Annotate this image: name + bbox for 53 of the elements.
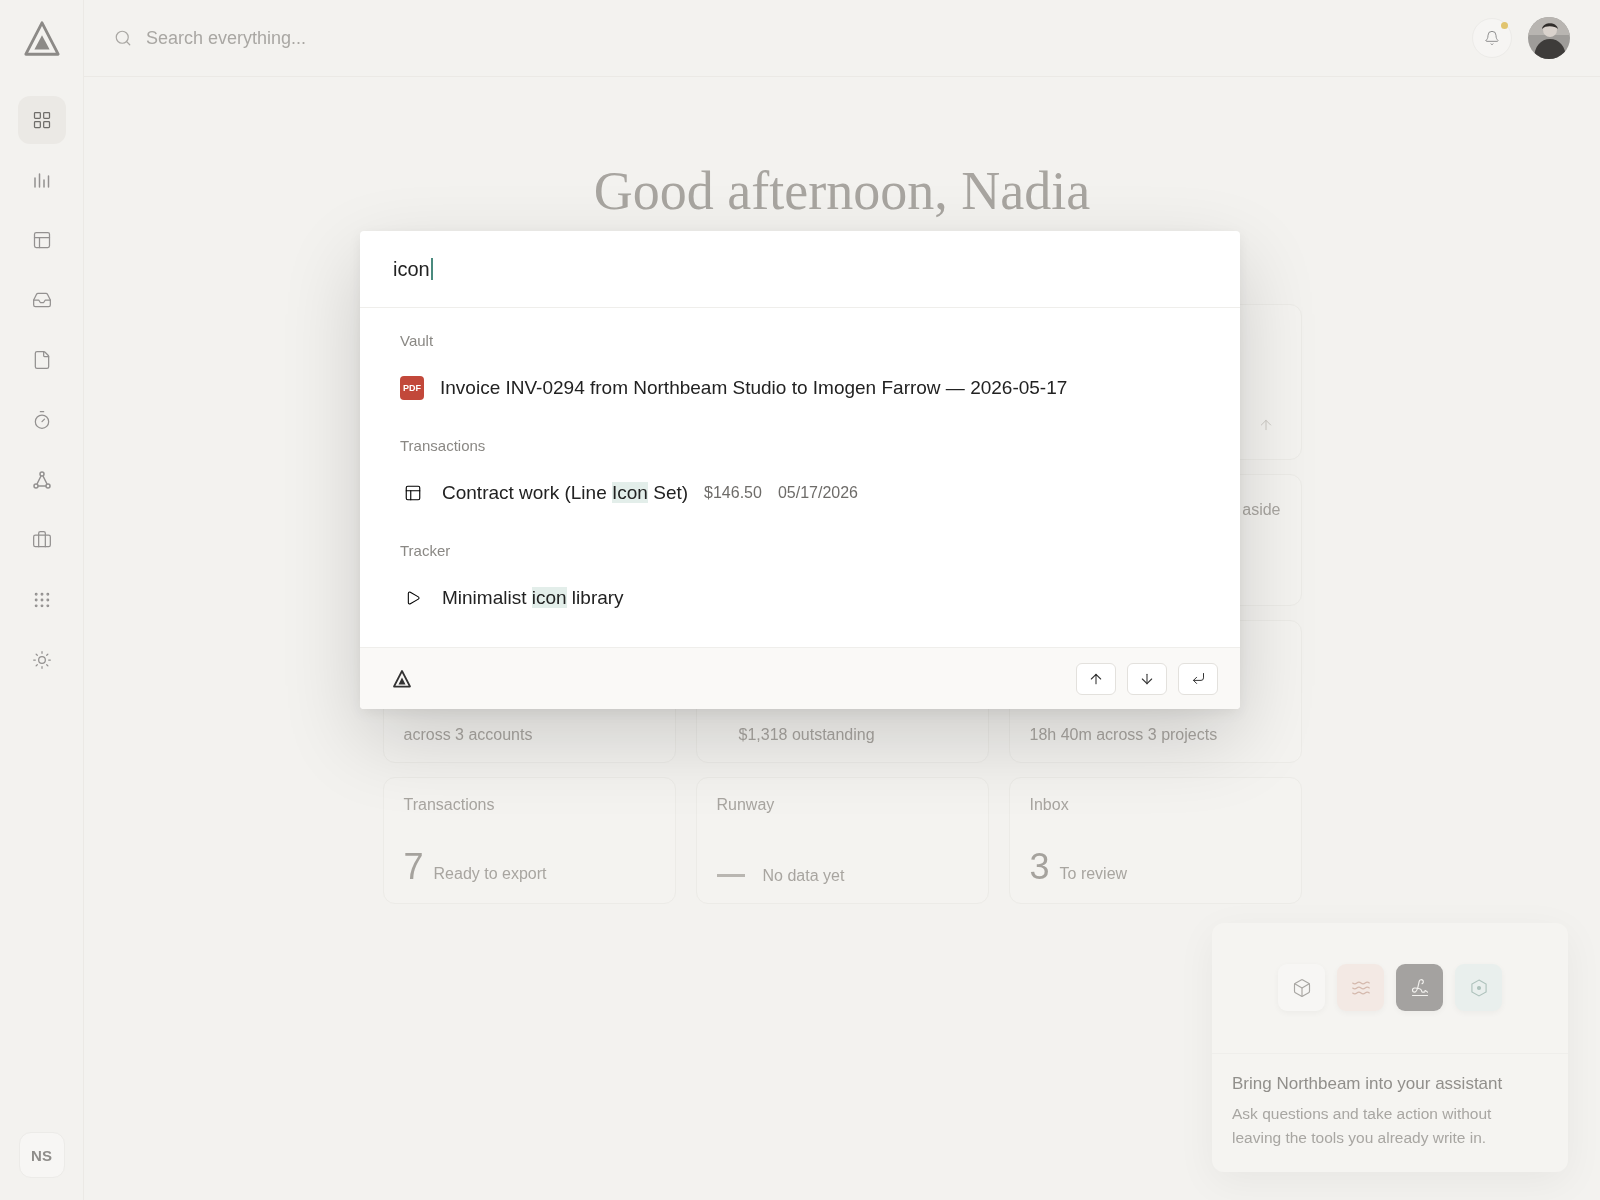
query-field[interactable]: icon [360,231,1240,308]
sidebar-item[interactable] [17,96,66,144]
card-text: No data yet [762,866,845,885]
assistant-description: Ask questions and take action without leaving the tools you already write in. [1232,1103,1493,1148]
sun-icon [31,650,52,670]
cube-icon [1291,977,1312,998]
result-title[interactable]: Invoice INV-0294 from Northbeam Studio to Imogen Farrow — 2026-05-17 [440,377,1068,399]
play-icon [405,590,421,606]
card-title: Transactions [403,795,496,814]
briefcase-icon [31,530,52,550]
logo-icon [392,668,412,689]
result-meta: $146.50 [704,484,762,502]
table-icon [31,230,52,250]
arrow-up-button[interactable] [1076,662,1116,695]
card-text: aside [1242,500,1281,519]
bar-chart-icon [31,170,52,190]
arrow-down-button[interactable] [1127,662,1167,695]
card-title: Runway [716,795,776,814]
bell-icon [1484,30,1500,46]
app-tile[interactable] [1278,964,1325,1012]
notifications-button[interactable] [1472,18,1512,58]
logo-icon [22,20,61,58]
card-text: To review [1059,864,1128,883]
card-text: Ready to export [433,864,547,883]
enter-icon [1190,671,1206,686]
assistant-title: Bring Northbeam into your assistant [1232,1073,1504,1094]
enter-button[interactable] [1178,662,1218,695]
group-title: Transactions [400,437,487,455]
signature-icon [1409,977,1430,998]
app-tile[interactable] [1396,964,1443,1012]
card-value: 3 [1029,848,1050,885]
result-meta: 05/17/2026 [777,484,858,502]
table-icon [404,484,422,502]
card-text: $1,318 outstanding [738,725,875,744]
card-text: 18h 40m across 3 projects [1029,725,1218,744]
search-icon [114,29,132,47]
card-title: Inbox [1029,795,1070,814]
text-cursor [430,258,433,280]
grid-icon [31,110,52,130]
empty-dash [716,874,745,878]
greeting-heading: Good afternoon, Nadia [593,163,1091,220]
card-value: 7 [403,848,424,885]
card-text: across 3 accounts [403,725,533,744]
group-title: Tracker [400,542,452,560]
pdf-icon: PDF [400,376,424,400]
hexagon-icon [1468,977,1489,998]
result-title[interactable]: Minimalist icon library [442,587,624,609]
nodes-icon [31,470,52,490]
app-tile[interactable] [1337,964,1384,1012]
inbox-icon [31,290,52,310]
result-title[interactable]: Contract work (Line Icon Set) [442,482,689,504]
group-title: Vault [400,332,435,350]
app-tile[interactable] [1455,964,1502,1012]
